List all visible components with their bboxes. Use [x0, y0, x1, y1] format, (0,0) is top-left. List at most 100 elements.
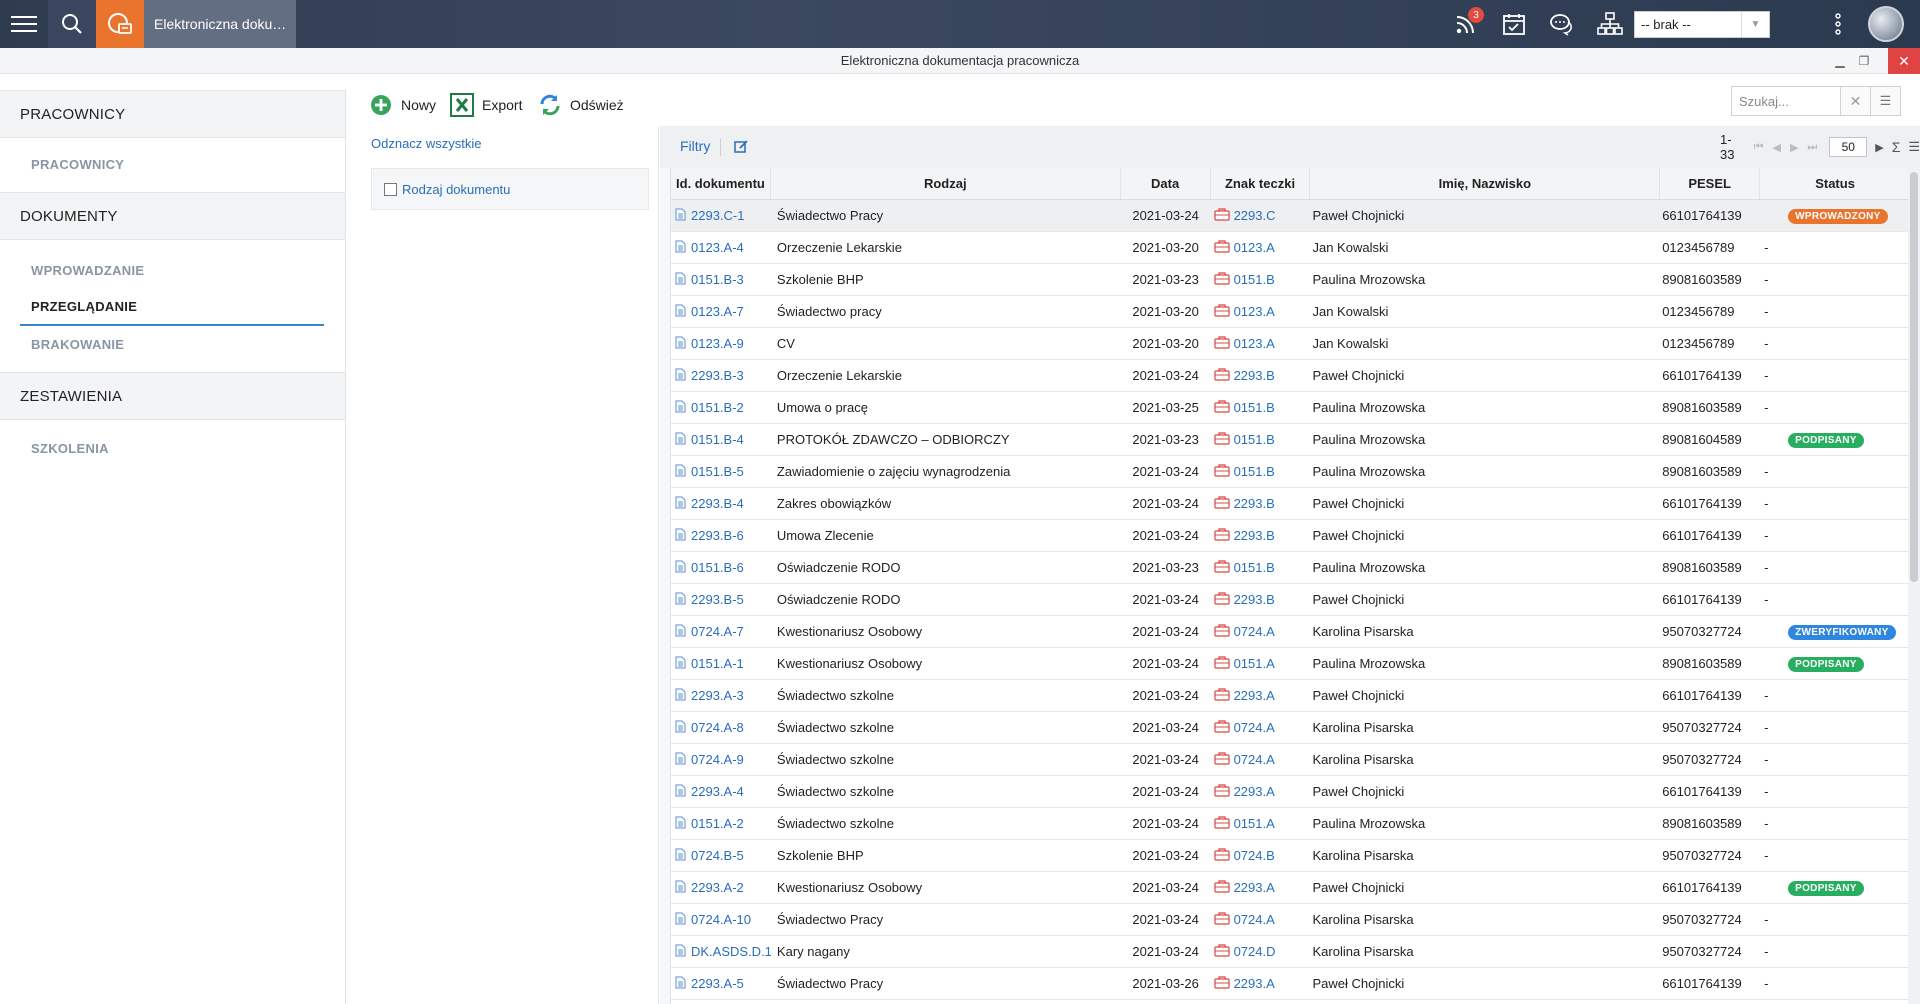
- col-header-pesel[interactable]: PESEL: [1660, 168, 1761, 199]
- doc-id-cell[interactable]: 2293.B-4: [671, 496, 771, 512]
- folder-link[interactable]: 0724.A: [1234, 912, 1275, 927]
- table-row[interactable]: 0151.B-5 Zawiadomienie o zajęciu wynagrod…: [671, 456, 1910, 488]
- table-row[interactable]: 0151.B-3 Szkolenie BHP 2021-03-23 0151.B Pau…: [671, 264, 1910, 296]
- doc-id-link[interactable]: 0151.B-4: [691, 432, 744, 447]
- doc-type-checkbox[interactable]: [384, 182, 397, 196]
- first-page-icon[interactable]: ⏮: [1754, 141, 1764, 154]
- table-row[interactable]: 0123.A-9 CV 2021-03-20 0123.A Jan Kowalski 01…: [671, 328, 1910, 360]
- table-row[interactable]: 0151.B-4 PROTOKÓŁ ZDAWCZO – ODBIORCZY 2021…: [671, 424, 1910, 456]
- close-icon[interactable]: ✕: [1888, 48, 1920, 74]
- folder-cell[interactable]: 0151.A: [1211, 815, 1311, 832]
- folder-link[interactable]: 0123.A: [1234, 304, 1275, 319]
- folder-cell[interactable]: 2293.B: [1211, 591, 1311, 608]
- folder-cell[interactable]: 0123.A: [1211, 335, 1311, 352]
- table-row[interactable]: 0724.A-7 Kwestionariusz Osobowy 2021-03-24…: [671, 616, 1910, 648]
- folder-cell[interactable]: 0724.B: [1211, 847, 1311, 864]
- table-row[interactable]: 2293.B-5 Oświadczenie RODO 2021-03-24 2293.…: [671, 584, 1910, 616]
- rss-notifications-icon[interactable]: 3: [1442, 0, 1490, 48]
- table-row[interactable]: 0724.A-9 Świadectwo szkolne 2021-03-24 0724…: [671, 744, 1910, 776]
- folder-cell[interactable]: 0151.B: [1211, 463, 1311, 480]
- last-page-icon[interactable]: ⏭: [1807, 141, 1817, 154]
- next-page-icon[interactable]: ▶: [1790, 141, 1798, 154]
- calendar-icon[interactable]: [1490, 0, 1538, 48]
- folder-link[interactable]: 0151.B: [1234, 560, 1275, 575]
- folder-link[interactable]: 2293.B: [1234, 528, 1275, 543]
- doc-id-cell[interactable]: 2293.C-1: [671, 208, 771, 224]
- doc-id-cell[interactable]: 0724.B-5: [671, 848, 771, 864]
- folder-link[interactable]: 2293.A: [1234, 784, 1275, 799]
- nav-item-brakowanie[interactable]: BRAKOWANIE: [0, 326, 345, 362]
- doc-id-cell[interactable]: 0724.A-10: [671, 912, 771, 928]
- user-avatar[interactable]: [1868, 6, 1904, 42]
- table-row[interactable]: 2293.B-3 Orzeczenie Lekarskie 2021-03-24 22…: [671, 360, 1910, 392]
- folder-link[interactable]: 0151.A: [1234, 816, 1275, 831]
- prev-page-icon[interactable]: ◀: [1772, 141, 1780, 154]
- folder-link[interactable]: 2293.B: [1234, 592, 1275, 607]
- nav-section-zestawienia[interactable]: ZESTAWIENIA: [0, 372, 345, 420]
- col-header-name[interactable]: Imię, Nazwisko: [1310, 168, 1661, 199]
- table-row[interactable]: 2293.A-4 Świadectwo szkolne 2021-03-24 2293…: [671, 776, 1910, 808]
- folder-cell[interactable]: 2293.A: [1211, 879, 1311, 896]
- clear-search-icon[interactable]: ✕: [1841, 86, 1871, 116]
- org-structure-icon[interactable]: [1586, 0, 1634, 48]
- doc-id-link[interactable]: 0151.A-2: [691, 816, 744, 831]
- nav-item-szkolenia[interactable]: SZKOLENIA: [0, 430, 345, 466]
- chevron-down-icon[interactable]: ▼: [1741, 12, 1769, 37]
- doc-id-link[interactable]: 0123.A-4: [691, 240, 744, 255]
- doc-id-cell[interactable]: 2293.B-3: [671, 368, 771, 384]
- table-row[interactable]: 0724.A-8 Świadectwo szkolne 2021-03-24 0724…: [671, 712, 1910, 744]
- table-row[interactable]: 2293.A-2 Kwestionariusz Osobowy 2021-03-24…: [671, 872, 1910, 904]
- folder-cell[interactable]: 2293.A: [1211, 783, 1311, 800]
- unmark-all-link[interactable]: Odznacz wszystkie: [371, 136, 482, 151]
- folder-cell[interactable]: 2293.A: [1211, 975, 1311, 992]
- list-menu-icon[interactable]: ☰: [1871, 86, 1901, 116]
- folder-link[interactable]: 0724.D: [1234, 944, 1276, 959]
- nav-section-pracownicy[interactable]: PRACOWNICY: [0, 90, 345, 138]
- folder-cell[interactable]: 2293.B: [1211, 527, 1311, 544]
- doc-id-link[interactable]: 0724.A-10: [691, 912, 751, 927]
- export-button[interactable]: Export: [450, 90, 522, 120]
- folder-cell[interactable]: 0724.A: [1211, 719, 1311, 736]
- folder-cell[interactable]: 0151.A: [1211, 655, 1311, 672]
- more-vertical-icon[interactable]: [1814, 0, 1862, 48]
- folder-cell[interactable]: 2293.A: [1211, 687, 1311, 704]
- doc-id-cell[interactable]: 0151.B-6: [671, 560, 771, 576]
- scrollbar-thumb[interactable]: [1910, 172, 1918, 582]
- doc-id-link[interactable]: 0724.A-8: [691, 720, 744, 735]
- doc-id-link[interactable]: 2293.A-3: [691, 688, 744, 703]
- folder-link[interactable]: 0151.B: [1234, 432, 1275, 447]
- folder-link[interactable]: 0724.A: [1234, 624, 1275, 639]
- folder-link[interactable]: 0151.B: [1234, 400, 1275, 415]
- table-row[interactable]: 0151.A-1 Kwestionariusz Osobowy 2021-03-24…: [671, 648, 1910, 680]
- doc-id-link[interactable]: 0151.B-3: [691, 272, 744, 287]
- hamburger-menu-icon[interactable]: [0, 0, 48, 48]
- edit-columns-icon[interactable]: [734, 139, 749, 157]
- doc-id-cell[interactable]: 2293.A-5: [671, 976, 771, 992]
- filters-toggle[interactable]: Filtry: [680, 138, 710, 154]
- doc-id-cell[interactable]: 2293.B-5: [671, 592, 771, 608]
- maximize-icon[interactable]: ❐: [1852, 48, 1876, 74]
- doc-id-link[interactable]: 2293.A-4: [691, 784, 744, 799]
- folder-link[interactable]: 2293.A: [1234, 688, 1275, 703]
- company-select[interactable]: -- brak -- ▼: [1634, 11, 1770, 38]
- table-row[interactable]: 2293.C-1 Świadectwo Pracy 2021-03-24 2293.C…: [671, 200, 1910, 232]
- nav-item-przegladanie[interactable]: PRZEGLĄDANIE: [0, 288, 345, 324]
- doc-id-cell[interactable]: 2293.A-3: [671, 688, 771, 704]
- sum-icon[interactable]: Σ: [1892, 139, 1901, 155]
- doc-id-link[interactable]: DK.ASDS.D.1.: [691, 944, 771, 959]
- doc-id-cell[interactable]: 2293.A-2: [671, 880, 771, 896]
- table-row[interactable]: 0151.A-2 Świadectwo szkolne 2021-03-24 0151…: [671, 808, 1910, 840]
- folder-cell[interactable]: 2293.B: [1211, 495, 1311, 512]
- folder-cell[interactable]: 0724.A: [1211, 911, 1311, 928]
- folder-cell[interactable]: 0151.B: [1211, 399, 1311, 416]
- folder-cell[interactable]: 0151.B: [1211, 431, 1311, 448]
- folder-link[interactable]: 0724.A: [1234, 720, 1275, 735]
- doc-id-link[interactable]: 2293.B-3: [691, 368, 744, 383]
- doc-id-cell[interactable]: 0123.A-4: [671, 240, 771, 256]
- doc-id-link[interactable]: 0123.A-9: [691, 336, 744, 351]
- folder-cell[interactable]: 0151.B: [1211, 271, 1311, 288]
- doc-id-cell[interactable]: 0724.A-9: [671, 752, 771, 768]
- nav-item-pracownicy[interactable]: PRACOWNICY: [0, 146, 345, 182]
- folder-cell[interactable]: 0123.A: [1211, 239, 1311, 256]
- col-header-status[interactable]: Status: [1760, 168, 1910, 199]
